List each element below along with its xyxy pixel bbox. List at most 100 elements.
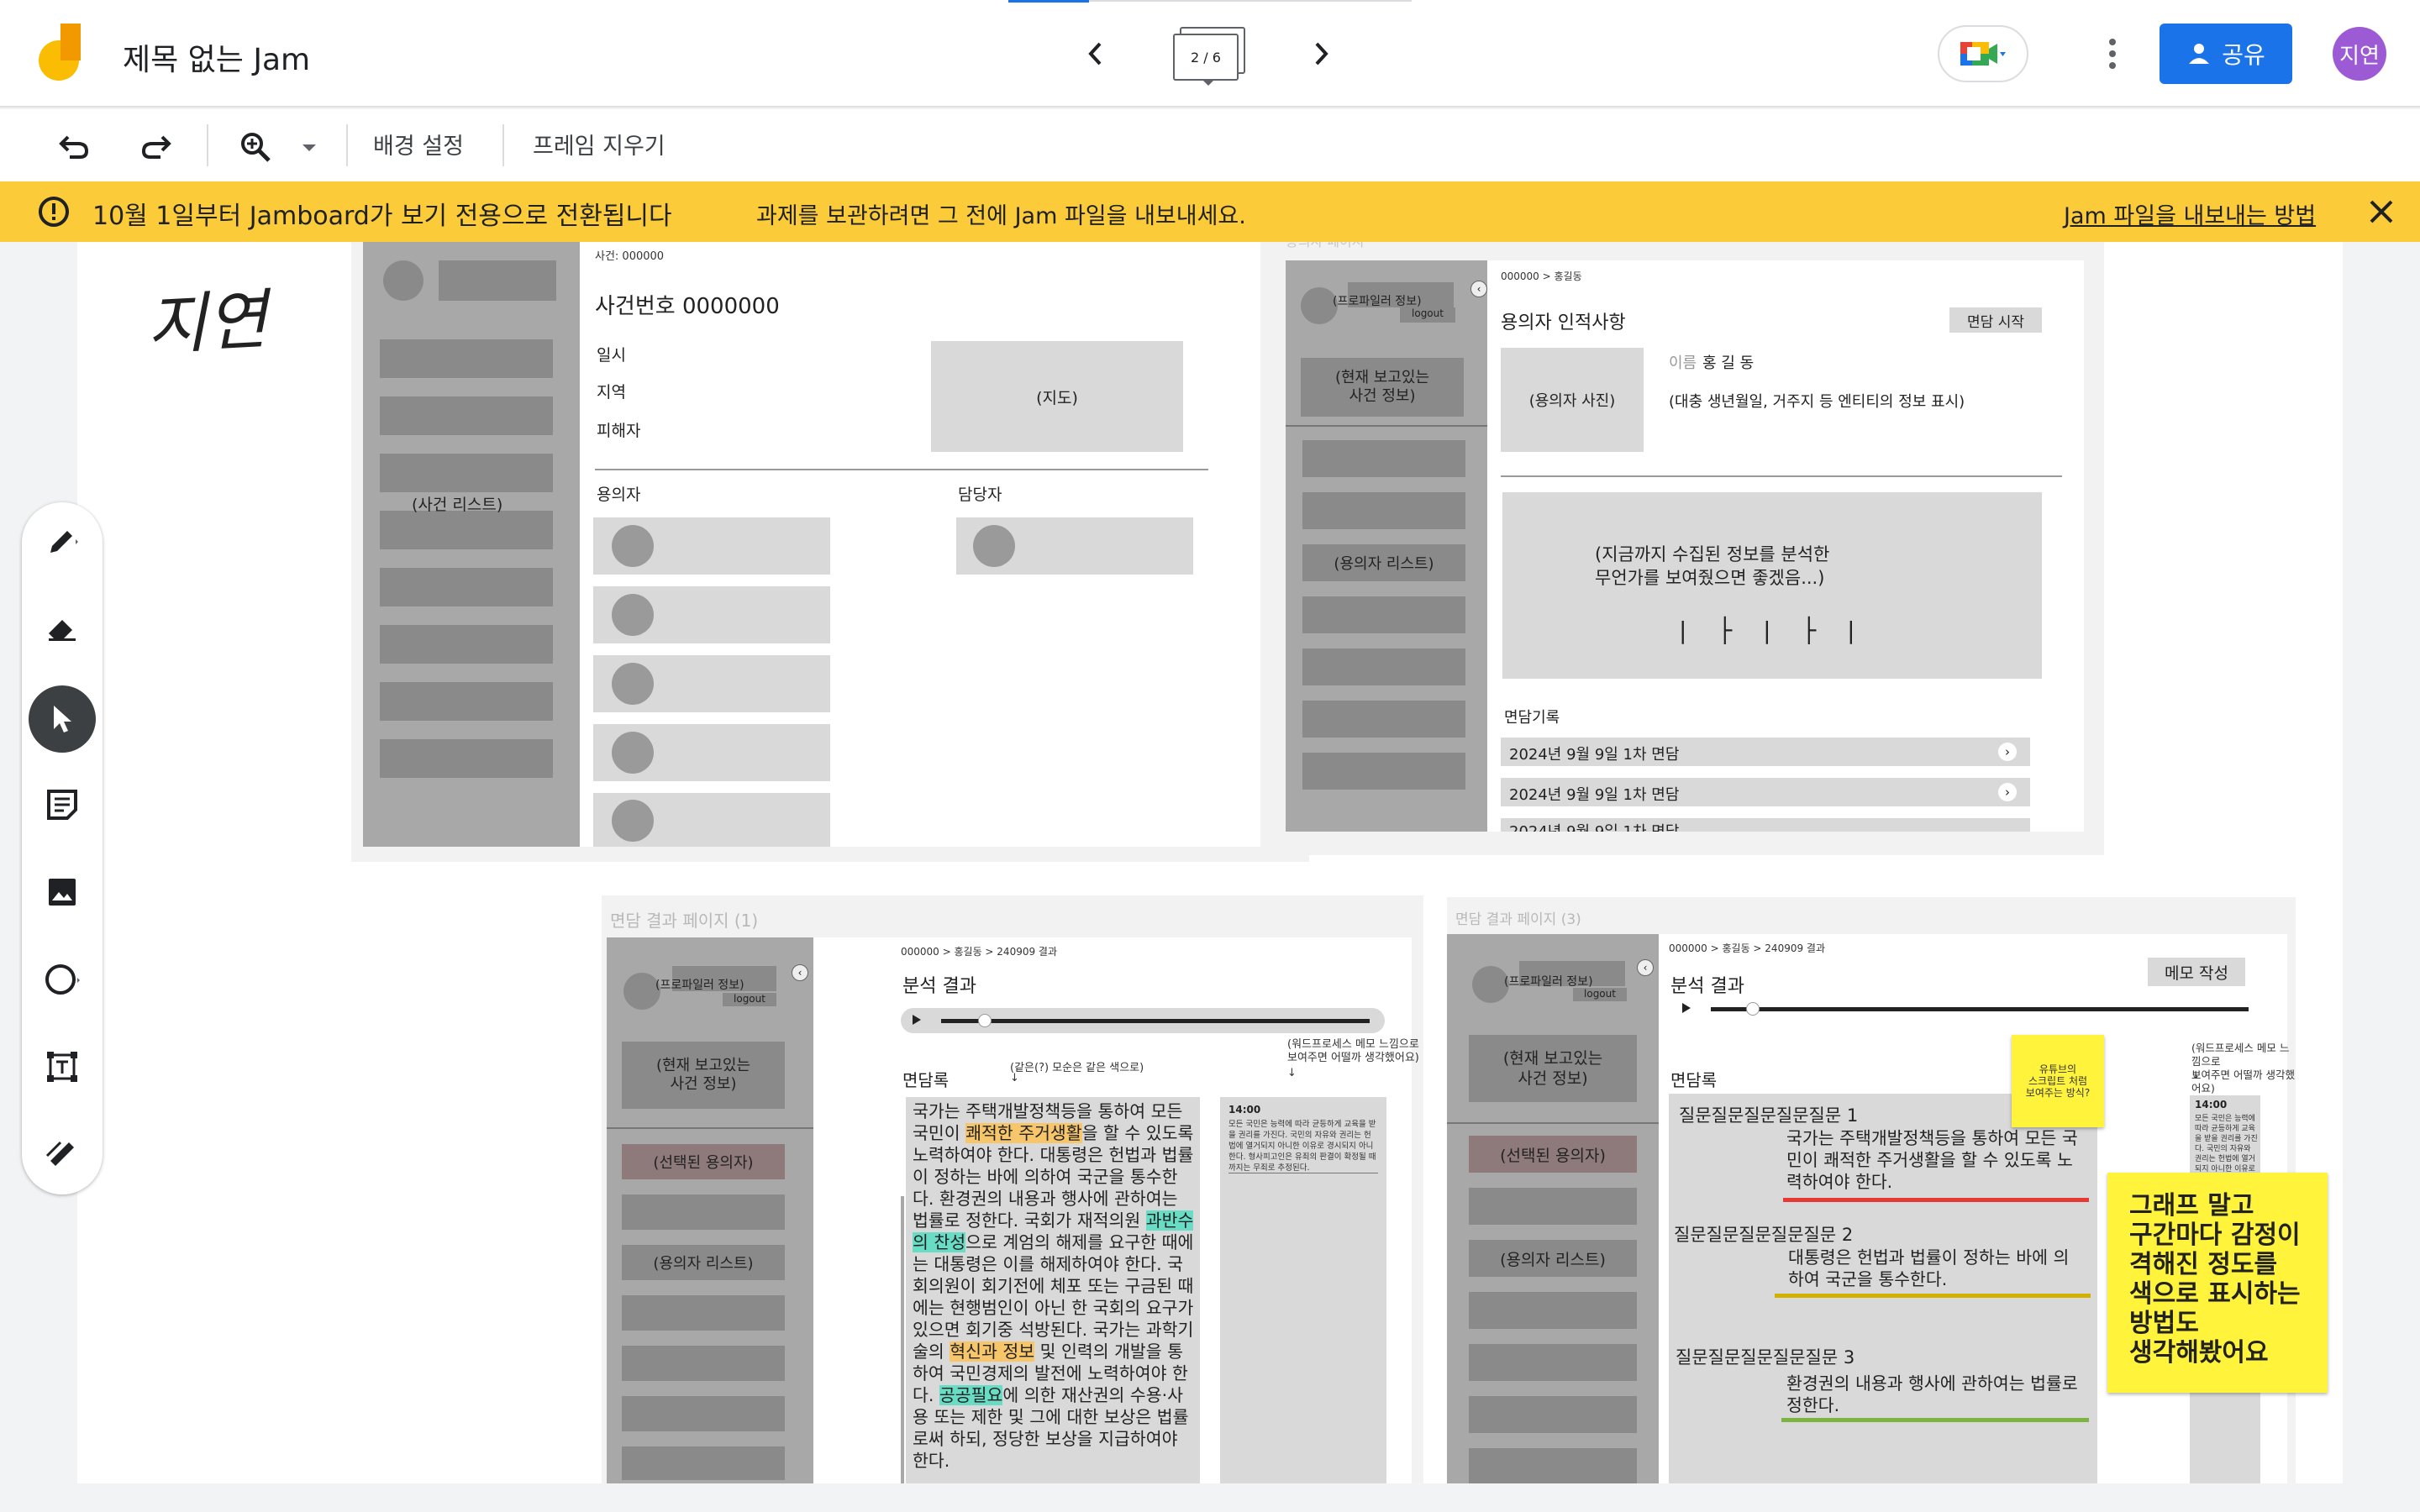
suspect-list-item[interactable]	[622, 1194, 785, 1230]
text-box-tool-button[interactable]	[32, 1037, 92, 1097]
zoom-dropdown-icon[interactable]	[302, 144, 316, 151]
more-vert-icon	[2109, 39, 2116, 69]
logout-button[interactable]: logout	[1573, 988, 1627, 1001]
audio-player[interactable]	[901, 1008, 1385, 1033]
pen-tool-button[interactable]	[32, 511, 92, 571]
prev-frame-button[interactable]	[1076, 34, 1116, 74]
jam-title[interactable]: 제목 없는 Jam	[123, 35, 310, 79]
shape-tool-button[interactable]	[32, 949, 92, 1010]
audio-scrubber[interactable]	[1746, 1002, 1760, 1016]
google-meet-icon	[1960, 42, 2006, 66]
suspect-card[interactable]	[593, 586, 830, 643]
jam-canvas[interactable]: 지연 (사건 리스트) 사건: 000000 사건번호 0000000 일시 지…	[77, 242, 2343, 1483]
officer-card[interactable]	[956, 517, 1193, 575]
current-case-card[interactable]: (현재 보고있는 사건 정보)	[622, 1042, 785, 1109]
select-tool-button[interactable]	[29, 685, 96, 753]
laser-tool-button[interactable]	[32, 1124, 92, 1184]
close-icon[interactable]	[2368, 198, 2395, 225]
case-list-item[interactable]	[380, 568, 553, 606]
audio-track[interactable]	[1711, 1007, 2249, 1011]
suspect-card[interactable]	[593, 793, 830, 847]
play-icon[interactable]	[1682, 1003, 1691, 1013]
redo-button[interactable]	[134, 126, 176, 168]
sticky-note-large[interactable]: 그래프 말고 구간마다 감정이 격해진 정도를 색으로 표시하는 방법도 생각해…	[2107, 1173, 2328, 1393]
case-list-item[interactable]	[380, 682, 553, 721]
user-avatar[interactable]: 지연	[2333, 27, 2386, 81]
collapse-icon[interactable]: ‹	[1637, 959, 1654, 976]
case-list-item[interactable]	[380, 625, 553, 664]
select-icon	[54, 706, 71, 732]
suspect-card[interactable]	[593, 517, 830, 575]
emotion-underline	[1783, 1198, 2089, 1202]
eraser-tool-button[interactable]	[32, 598, 92, 659]
more-options-button[interactable]	[2097, 34, 2128, 74]
logout-button[interactable]: logout	[723, 993, 776, 1006]
audio-track[interactable]	[941, 1019, 1370, 1023]
suspect-list-label[interactable]: (용의자 리스트)	[1302, 544, 1465, 581]
suspect-list-item[interactable]	[1302, 701, 1465, 738]
case-list-item[interactable]	[380, 511, 553, 549]
case-list-item[interactable]	[380, 454, 553, 492]
case-list-item[interactable]	[380, 339, 553, 378]
profiler-info-label: (프로파일러 정보)	[1333, 295, 1422, 308]
record-row[interactable]: 2024년 9월 9일 1차 면담 ›	[1501, 738, 2030, 766]
current-case-card[interactable]: (현재 보고있는 사건 정보)	[1301, 358, 1464, 417]
meet-button[interactable]	[1938, 25, 2028, 82]
logout-button[interactable]: logout	[1400, 307, 1455, 323]
sticky-note-small[interactable]: 유튜브의 스크립트 처럼 보여주는 방식?	[2012, 1035, 2104, 1127]
selected-suspect-item[interactable]: (선택된 용의자)	[1469, 1136, 1637, 1173]
collapse-icon[interactable]: ‹	[1470, 281, 1487, 297]
suspect-list-item[interactable]	[1469, 1396, 1637, 1433]
write-memo-button[interactable]: 메모 작성	[2148, 958, 2245, 986]
app-header: 제목 없는 Jam 2 / 6 공유 지연	[0, 0, 2420, 108]
zoom-button[interactable]	[232, 124, 279, 170]
selected-suspect-item[interactable]: (선택된 용의자)	[622, 1144, 785, 1179]
suspect-list-item[interactable]	[1302, 596, 1465, 633]
export-help-link[interactable]: Jam 파일을 내보내는 방법	[2064, 197, 2316, 230]
suspect-list-label[interactable]: (용의자 리스트)	[622, 1245, 785, 1280]
sticky-note-tool-button[interactable]	[32, 774, 92, 835]
suspect-list-item[interactable]	[1302, 648, 1465, 685]
play-icon[interactable]	[913, 1015, 921, 1025]
case-list-item[interactable]	[380, 396, 553, 435]
audio-player[interactable]	[1669, 996, 2260, 1021]
collapse-icon[interactable]: ‹	[792, 964, 808, 981]
clear-frame-button[interactable]: 프레임 지우기	[533, 128, 666, 160]
image-tool-button[interactable]	[32, 862, 92, 922]
suspect-list-item[interactable]	[1469, 1188, 1637, 1225]
highlighted-phrase: 쾌적한 주거생활	[965, 1123, 1082, 1143]
suspect-list-item[interactable]	[1302, 440, 1465, 477]
frame-suspect-page[interactable]: 용의자 페이지 (프로파일러 정보) logout ‹ (현재 보고있는 사건 …	[1260, 242, 2104, 855]
frame-counter-button[interactable]: 2 / 6	[1171, 27, 1249, 86]
suspect-card[interactable]	[593, 724, 830, 781]
divider	[607, 1127, 813, 1129]
suspect-list-item[interactable]	[1469, 1292, 1637, 1329]
suspect-list-item[interactable]	[622, 1396, 785, 1431]
next-frame-button[interactable]	[1301, 34, 1341, 74]
case-list-item[interactable]	[380, 739, 553, 778]
bars-glyph: | ├ | ├ |	[1679, 617, 1867, 644]
suspect-list-item[interactable]	[622, 1295, 785, 1331]
audio-scrubber[interactable]	[978, 1014, 992, 1027]
start-interview-button[interactable]: 면담 시작	[1949, 307, 2042, 333]
frame-case-page[interactable]: (사건 리스트) 사건: 000000 사건번호 0000000 일시 지역 피…	[351, 242, 1309, 862]
current-case-card[interactable]: (현재 보고있는 사건 정보)	[1469, 1035, 1637, 1102]
jamboard-logo-icon[interactable]	[37, 22, 84, 86]
share-button[interactable]: 공유	[2160, 24, 2292, 84]
undo-button[interactable]	[54, 126, 96, 168]
suspect-list-item[interactable]	[1469, 1344, 1637, 1381]
record-row[interactable]: 2024년 9월 9일 1차 면담 ›	[1501, 778, 2030, 806]
suspect-list-label[interactable]: (용의자 리스트)	[1469, 1240, 1637, 1277]
handwriting-name[interactable]: 지연	[144, 267, 269, 367]
suspect-label: 용의자	[597, 486, 641, 504]
frame-result-page-1[interactable]: 면담 결과 페이지 (1) (프로파일러 정보) logout ‹ (현재 보고…	[602, 895, 1423, 1483]
divider	[901, 1196, 904, 1483]
suspect-list-item[interactable]	[1469, 1448, 1637, 1483]
background-settings-button[interactable]: 배경 설정	[373, 128, 464, 160]
suspect-list-item[interactable]	[622, 1446, 785, 1480]
suspect-list-item[interactable]	[1302, 753, 1465, 790]
suspect-list-item[interactable]	[1302, 492, 1465, 529]
record-row[interactable]: 2024년 9월 9일 1차 면담	[1501, 818, 2030, 832]
suspect-card[interactable]	[593, 655, 830, 712]
suspect-list-item[interactable]	[622, 1346, 785, 1381]
